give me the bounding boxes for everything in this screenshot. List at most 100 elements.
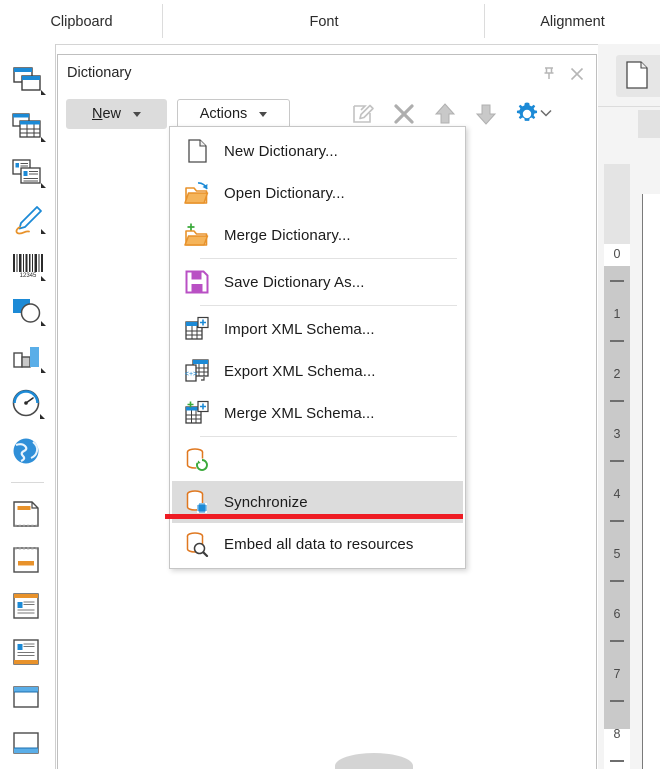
chevron-down-icon (259, 111, 268, 117)
menu-item-save-dictionary-as[interactable]: Save Dictionary As... (172, 261, 463, 303)
sidebar-item-page-header-band[interactable] (9, 589, 47, 627)
designer-canvas-area: 0 1 2 3 4 5 6 7 8 9 (598, 44, 660, 769)
ruler-label-2: 2 (613, 367, 621, 381)
sidebar-item-data-band[interactable] (9, 110, 47, 148)
ruler-tick (610, 700, 624, 702)
menu-separator (200, 258, 457, 259)
sidebar-item-footer-band[interactable] (9, 727, 47, 765)
ruler-tick (610, 400, 624, 402)
ruler-label-1: 1 (613, 307, 621, 321)
ruler-tick (610, 520, 624, 522)
merge-folder-icon (182, 220, 212, 250)
sidebar-item-pages[interactable] (9, 64, 47, 102)
sidebar-item-report-footer-band[interactable] (9, 543, 47, 581)
ribbon-group-clipboard[interactable]: Clipboard (0, 0, 163, 43)
ruler-label-3: 3 (613, 427, 621, 441)
ribbon-bar: Clipboard Font Alignment (0, 0, 660, 45)
menu-item-label: Save Dictionary As... (224, 273, 365, 291)
close-icon[interactable] (568, 65, 586, 83)
ribbon-group-alignment[interactable]: Alignment (485, 0, 660, 43)
secondary-tab[interactable] (638, 110, 660, 138)
menu-separator (200, 305, 457, 306)
menu-item-synchronize[interactable] (172, 439, 463, 481)
ruler-label-7: 7 (613, 667, 621, 681)
menu-item-label: Synchronize (224, 493, 308, 511)
ruler-margin-top (604, 164, 630, 249)
ruler-label-4: 4 (613, 487, 621, 501)
left-toolbox: 12345 (0, 44, 56, 769)
ruler-label-0: 0 (613, 247, 621, 261)
sidebar-item-cards[interactable] (9, 156, 47, 194)
menu-item-open-dictionary[interactable]: Open Dictionary... (172, 172, 463, 214)
sidebar-item-chart[interactable] (9, 340, 47, 378)
tab-strip-divider (598, 106, 660, 107)
document-tab[interactable] (616, 55, 660, 97)
open-folder-icon (182, 178, 212, 208)
menu-item-import-xml-schema[interactable]: Import XML Schema... (172, 308, 463, 350)
database-add-watermark (326, 752, 441, 769)
ribbon-group-font[interactable]: Font (163, 0, 485, 43)
menu-item-data-monitor[interactable]: Embed all data to resources (172, 523, 463, 565)
menu-item-new-dictionary[interactable]: New Dictionary... (172, 130, 463, 172)
embed-data-icon (182, 487, 212, 517)
menu-item-label: Merge XML Schema... (224, 404, 375, 422)
save-floppy-icon (182, 267, 212, 297)
ribbon-group-font-label: Font (309, 13, 339, 30)
pin-icon[interactable] (540, 65, 558, 83)
merge-xml-icon (182, 398, 212, 428)
ruler-tick (610, 760, 624, 762)
actions-button-label: Actions (199, 106, 248, 122)
ribbon-group-clipboard-label: Clipboard (50, 13, 113, 30)
ruler-label-8: 8 (613, 727, 621, 741)
menu-item-export-xml-schema[interactable]: <+> Export XML Schema... (172, 350, 463, 392)
menu-item-label: Embed all data to resources (224, 535, 414, 553)
menu-item-merge-dictionary[interactable]: Merge Dictionary... (172, 214, 463, 256)
sidebar-item-drawing[interactable] (9, 202, 47, 240)
sidebar-divider (11, 482, 44, 483)
app-root: Clipboard Font Alignment 12345 Dictionar… (0, 0, 660, 769)
ruler-tick (610, 580, 624, 582)
sidebar-item-barcode[interactable]: 12345 (9, 248, 47, 286)
move-up-icon[interactable] (432, 101, 458, 127)
report-page-canvas[interactable] (642, 194, 660, 769)
menu-item-label: Merge Dictionary... (224, 226, 351, 244)
ribbon-group-alignment-label: Alignment (540, 13, 605, 30)
actions-dropdown-menu: New Dictionary... Open Dictionary... Mer… (169, 126, 466, 569)
new-document-icon (182, 136, 212, 166)
ruler-tick (610, 280, 624, 282)
panel-title: Dictionary (67, 65, 132, 81)
svg-text:12345: 12345 (20, 273, 37, 279)
menu-separator (200, 436, 457, 437)
delete-icon[interactable] (391, 101, 417, 127)
ruler-tick (610, 340, 624, 342)
sidebar-item-shapes[interactable] (9, 294, 47, 332)
sidebar-item-map[interactable] (9, 434, 47, 472)
settings-gear-icon[interactable] (514, 101, 540, 127)
ruler-tick (610, 460, 624, 462)
menu-item-label: Export XML Schema... (224, 362, 376, 380)
new-button[interactable]: New (66, 99, 167, 129)
svg-text:<+>: <+> (185, 371, 197, 378)
menu-item-label: Import XML Schema... (224, 320, 375, 338)
red-underline-highlight (165, 514, 463, 519)
chevron-down-icon (133, 111, 142, 117)
menu-item-label: Open Dictionary... (224, 184, 345, 202)
menu-item-merge-xml-schema[interactable]: Merge XML Schema... (172, 392, 463, 434)
new-button-label: New (91, 106, 122, 122)
ruler-tick (610, 640, 624, 642)
actions-button[interactable]: Actions (177, 99, 290, 129)
sidebar-item-page-footer-band[interactable] (9, 635, 47, 673)
sidebar-item-gauge[interactable] (9, 386, 47, 424)
sidebar-item-header-band[interactable] (9, 681, 47, 719)
settings-chevron-down-icon[interactable] (538, 105, 554, 121)
ruler-label-5: 5 (613, 547, 621, 561)
move-down-icon[interactable] (473, 101, 499, 127)
sidebar-item-report-header-band[interactable] (9, 497, 47, 535)
vertical-ruler[interactable]: 0 1 2 3 4 5 6 7 8 9 (604, 164, 630, 769)
data-monitor-icon (182, 529, 212, 559)
import-xml-icon (182, 314, 212, 344)
export-xml-icon: <+> (182, 356, 212, 386)
blank-page-icon (626, 61, 648, 94)
edit-icon (350, 101, 376, 127)
synchronize-icon (182, 445, 212, 475)
